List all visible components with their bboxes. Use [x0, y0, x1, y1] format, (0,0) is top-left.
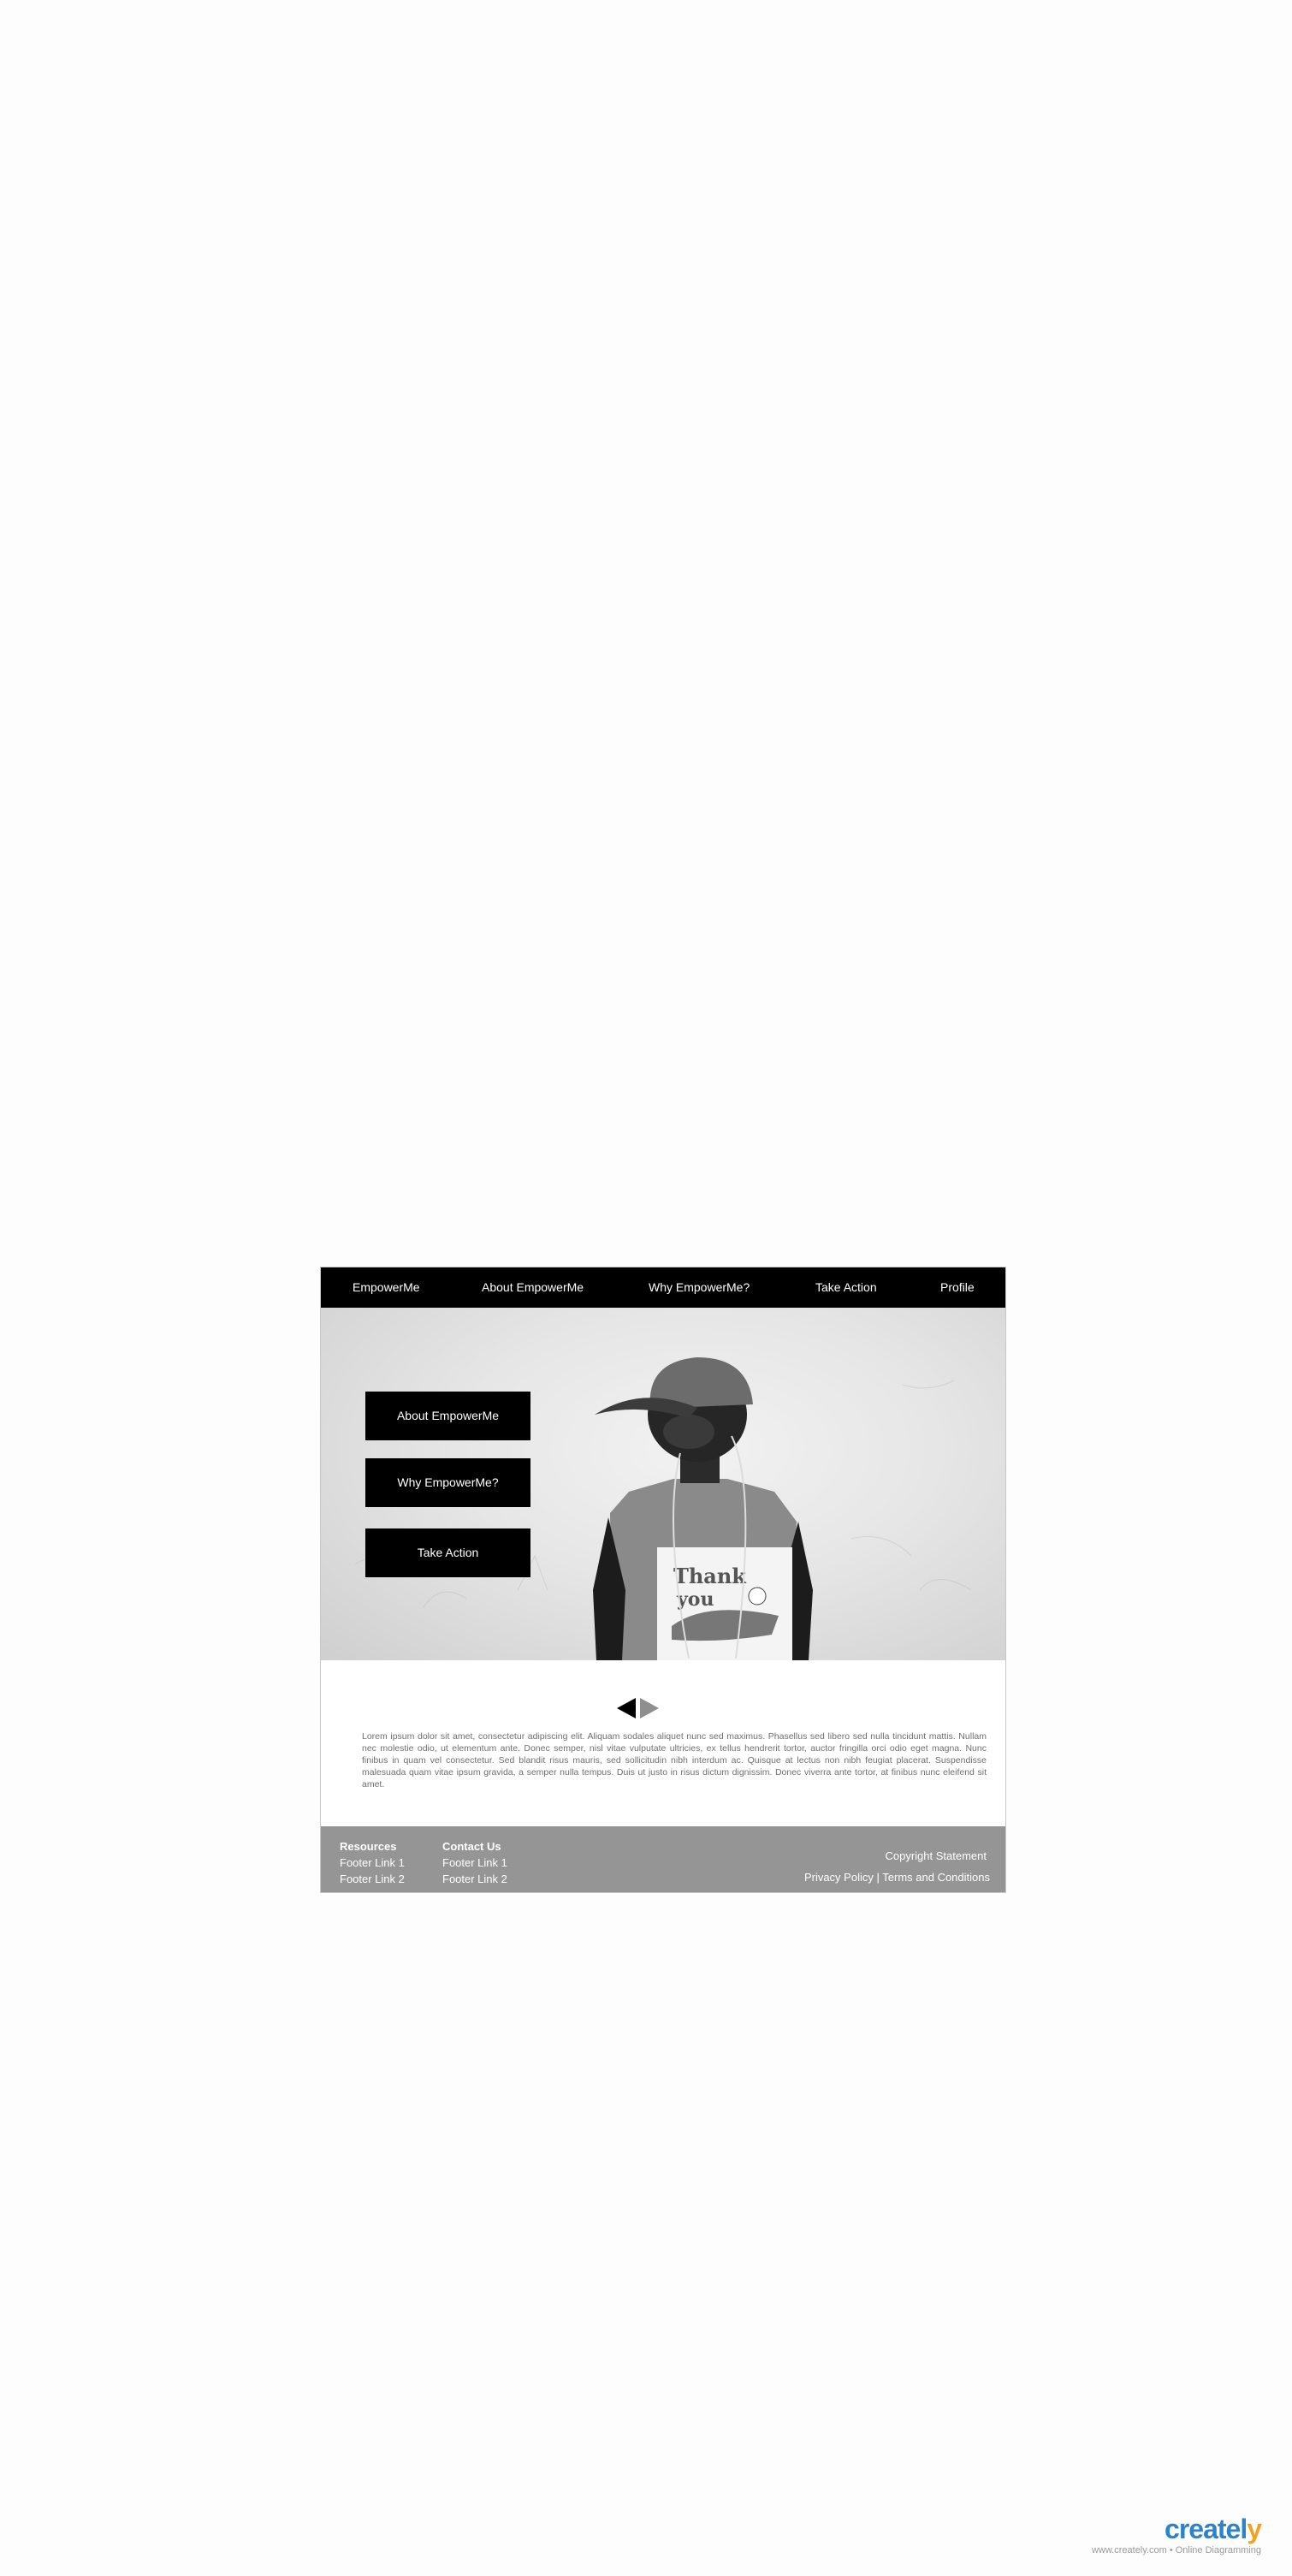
nav-item-about[interactable]: About EmpowerMe [482, 1267, 584, 1308]
triangle-right-icon[interactable] [640, 1698, 659, 1718]
footer-contact-link[interactable]: Footer Link 1 [442, 1855, 507, 1871]
footer-resources-link[interactable]: Footer Link 2 [340, 1871, 405, 1887]
hero-about-button[interactable]: About EmpowerMe [365, 1392, 530, 1440]
nav-item-take-action[interactable]: Take Action [815, 1267, 877, 1308]
nav-brand-link[interactable]: EmpowerMe [353, 1267, 420, 1308]
creately-tagline: www.creately.com • Online Diagramming [1091, 2545, 1261, 2555]
shirt-text-2: you [676, 1588, 714, 1611]
footer-contact-link[interactable]: Footer Link 2 [442, 1871, 507, 1887]
nav-item-why[interactable]: Why EmpowerMe? [649, 1267, 750, 1308]
privacy-policy-link[interactable]: Privacy Policy [804, 1871, 874, 1884]
creately-logo: creately [1165, 2514, 1262, 2544]
hero-banner: Thank you About EmpowerMe Why EmpowerMe?… [321, 1308, 1005, 1660]
body-paragraph: Lorem ipsum dolor sit amet, consectetur … [362, 1731, 987, 1790]
page-footer: Resources Footer Link 1 Footer Link 2 Co… [321, 1826, 1005, 1892]
footer-contact-column: Contact Us Footer Link 1 Footer Link 2 [442, 1838, 507, 1887]
shirt-text-1: Thank [673, 1564, 747, 1588]
footer-resources-heading: Resources [340, 1840, 397, 1853]
triangle-left-icon[interactable] [617, 1698, 636, 1718]
footer-resources-link[interactable]: Footer Link 1 [340, 1855, 405, 1871]
legal-separator: | [876, 1871, 880, 1884]
hero-take-action-button[interactable]: Take Action [365, 1528, 530, 1577]
top-nav: EmpowerMe About EmpowerMe Why EmpowerMe?… [321, 1267, 1005, 1308]
copyright-statement: Copyright Statement [885, 1849, 987, 1862]
nav-item-profile[interactable]: Profile [940, 1267, 975, 1308]
hero-why-button[interactable]: Why EmpowerMe? [365, 1458, 530, 1507]
legal-links: Privacy Policy | Terms and Conditions [804, 1871, 990, 1884]
terms-link[interactable]: Terms and Conditions [882, 1871, 990, 1884]
wireframe-page: EmpowerMe About EmpowerMe Why EmpowerMe?… [320, 1267, 1006, 1893]
creately-watermark: creately www.creately.com • Online Diagr… [1091, 2514, 1262, 2555]
footer-contact-heading: Contact Us [442, 1840, 501, 1853]
footer-resources-column: Resources Footer Link 1 Footer Link 2 [340, 1838, 405, 1887]
